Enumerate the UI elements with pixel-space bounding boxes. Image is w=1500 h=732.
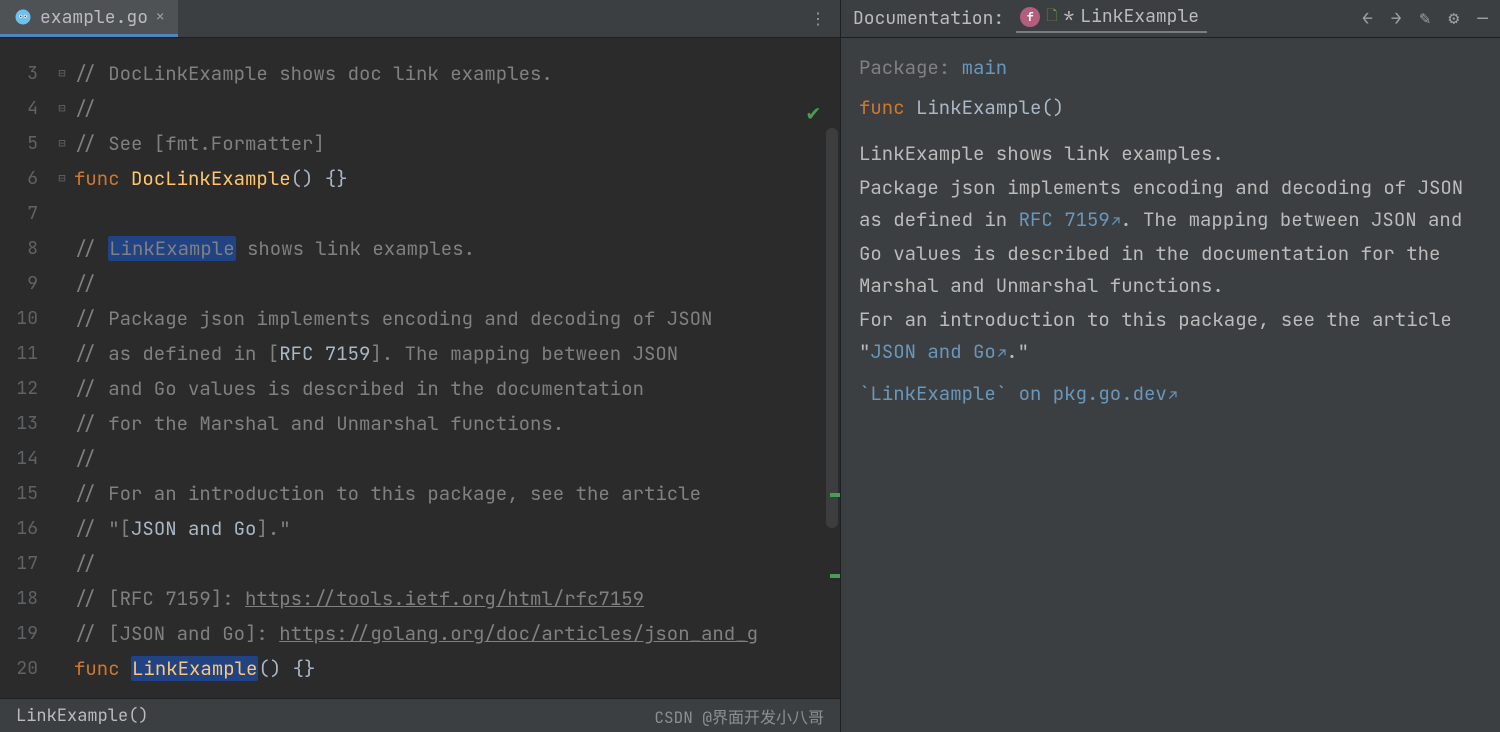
line-number-gutter: 34567891011121314151617181920 — [0, 38, 50, 698]
external-link-icon: ↗ — [998, 345, 1006, 363]
package-link[interactable]: main — [962, 55, 1008, 80]
doc-toolbar: ← → ✎ ⚙ — — [1362, 7, 1488, 30]
crumb-prefix: * — [1063, 5, 1074, 28]
doc-title-label: Documentation: — [853, 7, 1004, 30]
breadcrumb-bar[interactable]: LinkExample() CSDN @界面开发小八哥 — [0, 698, 840, 732]
code-text[interactable]: // DocLinkExample shows doc link example… — [74, 38, 840, 698]
doc-paragraph: LinkExample shows link examples. — [859, 138, 1482, 170]
fold-column[interactable]: ⊟⊟⊟⊟ — [50, 38, 74, 698]
change-marker — [830, 493, 840, 497]
doc-paragraph: For an introduction to this package, see… — [859, 304, 1482, 370]
nav-forward-icon[interactable]: → — [1391, 7, 1402, 30]
editor-scrollbar[interactable] — [826, 128, 838, 528]
editor-pane: example.go ✕ ⋮ 3456789101112131415161718… — [0, 0, 840, 732]
external-link-icon: ↗ — [1112, 213, 1120, 231]
doc-breadcrumb[interactable]: f 🗋 * LinkExample — [1016, 5, 1207, 33]
doc-body[interactable]: Package: main func LinkExample() LinkExa… — [841, 38, 1500, 732]
gear-icon[interactable]: ⚙ — [1448, 7, 1459, 30]
watermark-text: CSDN @界面开发小八哥 — [654, 704, 824, 728]
nav-back-icon[interactable]: ← — [1362, 7, 1373, 30]
function-badge-icon: f — [1020, 7, 1040, 27]
minimize-icon[interactable]: — — [1477, 7, 1488, 30]
inspection-ok-icon[interactable]: ✔ — [807, 98, 820, 127]
documentation-pane: Documentation: f 🗋 * LinkExample ← → ✎ ⚙… — [840, 0, 1500, 732]
doc-signature: func LinkExample() — [859, 92, 1482, 124]
tabbar-more-icon[interactable]: ⋮ — [810, 17, 826, 21]
code-area[interactable]: 34567891011121314151617181920 ⊟⊟⊟⊟ // Do… — [0, 38, 840, 698]
breadcrumb-text: LinkExample() — [16, 705, 149, 727]
edit-icon[interactable]: ✎ — [1420, 7, 1431, 30]
editor-tabbar: example.go ✕ ⋮ — [0, 0, 840, 38]
external-link-icon: ↗ — [1169, 387, 1177, 405]
change-marker — [830, 574, 840, 578]
file-tab[interactable]: example.go ✕ — [0, 0, 178, 37]
tab-filename: example.go — [40, 6, 148, 29]
leaf-icon: 🗋 — [1046, 5, 1057, 29]
doc-crumb-name: LinkExample — [1080, 5, 1199, 28]
go-file-icon — [14, 8, 32, 26]
close-icon[interactable]: ✕ — [156, 8, 164, 26]
article-link[interactable]: JSON and Go↗ — [870, 339, 1006, 364]
doc-footer-link[interactable]: `LinkExample` on pkg.go.dev↗ — [859, 378, 1482, 412]
package-label: Package: — [859, 55, 950, 80]
doc-paragraph: Package json implements encoding and dec… — [859, 172, 1482, 302]
rfc-link[interactable]: RFC 7159↗ — [1019, 207, 1121, 232]
doc-header: Documentation: f 🗋 * LinkExample ← → ✎ ⚙… — [841, 0, 1500, 38]
